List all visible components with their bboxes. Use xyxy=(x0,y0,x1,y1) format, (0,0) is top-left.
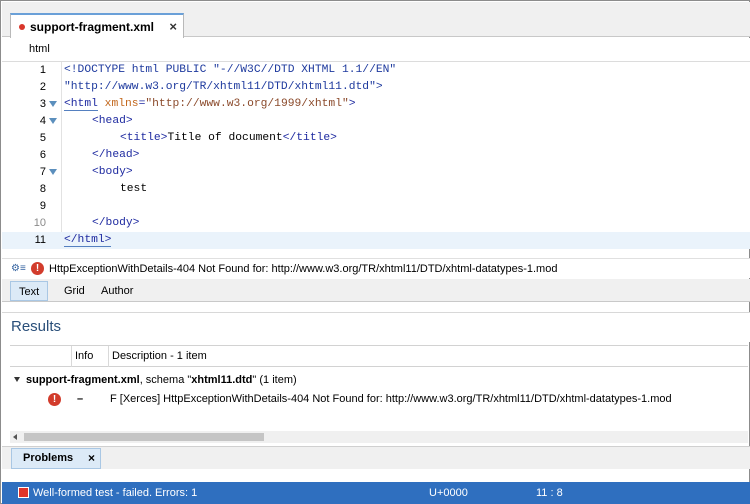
group-file-name: support-fragment.xml xyxy=(26,374,140,386)
line-number: 4 xyxy=(39,115,46,127)
results-message-row[interactable]: ! – F [Xerces] HttpExceptionWithDetails-… xyxy=(10,390,748,408)
editor-tab-bar: support-fragment.xml × xyxy=(2,2,750,38)
code-text: <title>Title of document</title> xyxy=(120,130,337,147)
tab-text-mode[interactable]: Text xyxy=(10,281,49,301)
line-number: 3 xyxy=(39,98,46,110)
code-token-tag: <title> xyxy=(120,132,168,144)
fold-toggle-icon[interactable] xyxy=(49,101,57,107)
code-editor[interactable]: 1 <!DOCTYPE html PUBLIC "-//W3C//DTD XHT… xyxy=(2,62,750,249)
code-token-value: "http://www.w3.org/1999/xhtml" xyxy=(145,98,349,110)
group-schema-prefix: , schema " xyxy=(139,374,192,386)
code-line[interactable]: 9 xyxy=(2,198,750,215)
group-schema-name: xhtml11.dtd xyxy=(191,374,253,386)
status-caret-position: 11 : 8 xyxy=(536,487,563,499)
error-status-icon xyxy=(18,487,29,498)
code-text: "http://www.w3.org/TR/xhtml11/DTD/xhtml1… xyxy=(64,81,383,93)
modified-indicator-icon xyxy=(19,23,25,30)
validation-error-bar[interactable]: ⚙≡ ! HttpExceptionWithDetails-404 Not Fo… xyxy=(2,258,750,278)
bottom-panel-tabs: Problems × xyxy=(2,446,750,469)
status-bar: Well-formed test - failed. Errors: 1 U+0… xyxy=(2,482,750,504)
gear-icon[interactable]: ⚙≡ xyxy=(11,263,27,274)
scroll-left-icon[interactable] xyxy=(13,434,17,440)
results-panel-title: Results xyxy=(2,312,750,342)
error-icon: ! xyxy=(48,393,61,406)
breadcrumb[interactable]: html xyxy=(2,38,750,62)
message-info-dash: – xyxy=(77,393,84,405)
horizontal-scrollbar[interactable] xyxy=(10,431,748,443)
message-description: F [Xerces] HttpExceptionWithDetails-404 … xyxy=(110,393,672,405)
code-line[interactable]: 8 test xyxy=(2,181,750,198)
line-number: 8 xyxy=(39,183,46,195)
code-line[interactable]: 6 </head> xyxy=(2,147,750,164)
code-line[interactable]: 10 </body> xyxy=(2,215,750,232)
status-encoding: U+0000 xyxy=(429,487,468,499)
scrollbar-thumb[interactable] xyxy=(24,433,264,441)
code-line[interactable]: 7 <body> xyxy=(2,164,750,181)
code-token-close: > xyxy=(348,98,356,110)
code-line-current[interactable]: 11 </html> xyxy=(2,232,750,249)
code-text: test xyxy=(120,183,148,195)
results-group-row[interactable]: support-fragment.xml, schema "xhtml11.dt… xyxy=(10,371,748,389)
fold-toggle-icon[interactable] xyxy=(49,169,57,175)
code-line[interactable]: 4 <head> xyxy=(2,113,750,130)
error-message[interactable]: HttpExceptionWithDetails-404 Not Found f… xyxy=(49,263,557,275)
code-token-tag: <html xyxy=(64,98,98,111)
line-number: 5 xyxy=(39,132,46,144)
fold-toggle-icon[interactable] xyxy=(49,118,57,124)
code-line[interactable]: 3 <html xmlns="http://www.w3.org/1999/xh… xyxy=(2,96,750,113)
line-number: 10 xyxy=(33,217,46,229)
problems-tab-label: Problems xyxy=(23,452,74,464)
code-text: <head> xyxy=(92,115,133,127)
code-token-tag: </title> xyxy=(282,132,337,144)
code-line[interactable]: 5 <title>Title of document</title> xyxy=(2,130,750,147)
editor-tab-support-fragment[interactable]: support-fragment.xml × xyxy=(10,13,184,38)
code-text: <!DOCTYPE html PUBLIC "-//W3C//DTD XHTML… xyxy=(64,64,397,76)
close-tab-icon[interactable]: × xyxy=(88,449,95,468)
group-count: " (1 item) xyxy=(252,374,297,386)
line-number: 9 xyxy=(39,200,46,212)
code-text: </body> xyxy=(92,217,140,229)
line-number: 6 xyxy=(39,149,46,161)
code-token-tag: </html> xyxy=(64,234,112,247)
code-line[interactable]: 1 <!DOCTYPE html PUBLIC "-//W3C//DTD XHT… xyxy=(2,62,750,79)
close-tab-icon[interactable]: × xyxy=(169,19,177,34)
code-token-attr: xmlns xyxy=(97,98,139,110)
line-number: 11 xyxy=(34,234,46,246)
code-text: <html xmlns="http://www.w3.org/1999/xhtm… xyxy=(64,96,356,113)
column-header-description[interactable]: Description - 1 item xyxy=(108,346,748,367)
editor-mode-bar: Text Grid Author xyxy=(2,279,750,302)
code-text: </html> xyxy=(64,232,112,249)
breadcrumb-item-html[interactable]: html xyxy=(29,43,50,55)
code-token-text: Title of document xyxy=(167,132,283,144)
tab-problems[interactable]: Problems × xyxy=(11,448,101,469)
expand-toggle-icon[interactable] xyxy=(14,377,20,382)
line-number: 1 xyxy=(39,64,46,76)
status-message[interactable]: Well-formed test - failed. Errors: 1 xyxy=(33,482,197,504)
code-line[interactable]: 2 "http://www.w3.org/TR/xhtml11/DTD/xhtm… xyxy=(2,79,750,96)
tab-grid-mode[interactable]: Grid xyxy=(56,281,93,301)
code-text: </head> xyxy=(92,149,140,161)
editor-tab-label: support-fragment.xml xyxy=(30,19,155,34)
error-icon: ! xyxy=(31,262,44,275)
results-table-header: Info Description - 1 item xyxy=(10,345,748,367)
app-window: support-fragment.xml × html 1 <!DOCTYPE … xyxy=(0,0,750,504)
tab-author-mode[interactable]: Author xyxy=(93,281,141,301)
line-number: 2 xyxy=(39,81,46,93)
column-header-info[interactable]: Info xyxy=(71,346,108,367)
code-text: <body> xyxy=(92,166,133,178)
line-number: 7 xyxy=(39,166,46,178)
